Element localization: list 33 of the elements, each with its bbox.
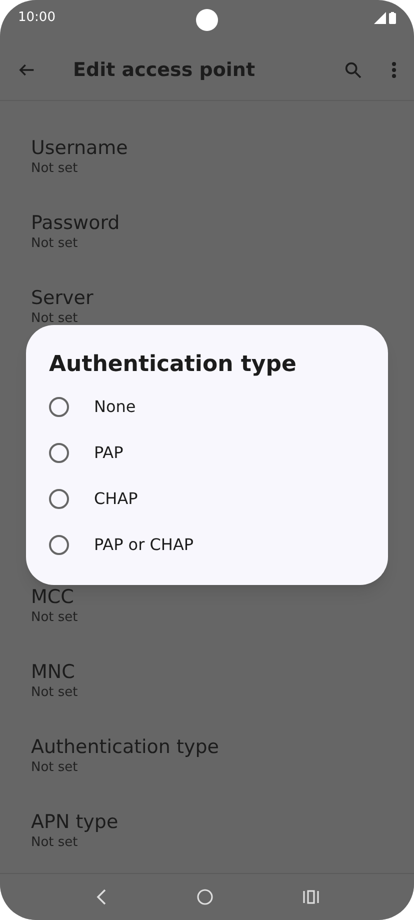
option-label[interactable]: PAP: [94, 441, 124, 465]
setting-value: Not set: [31, 609, 78, 626]
setting-value: Not set: [31, 759, 78, 776]
setting-title[interactable]: Password: [31, 211, 120, 235]
option-label[interactable]: PAP or CHAP: [94, 533, 194, 557]
setting-value: Not set: [31, 160, 78, 177]
setting-title[interactable]: MCC: [31, 585, 74, 609]
setting-title[interactable]: Username: [31, 136, 128, 160]
option-label[interactable]: CHAP: [94, 487, 138, 511]
radio-button[interactable]: [49, 535, 69, 555]
setting-title[interactable]: Authentication type: [31, 735, 219, 759]
status-time: 10:00: [18, 9, 56, 28]
option-label[interactable]: None: [94, 395, 136, 419]
setting-title[interactable]: MNC: [31, 660, 75, 684]
recents-icon[interactable]: [303, 890, 319, 904]
back-icon[interactable]: [95, 888, 107, 906]
setting-value: Not set: [31, 235, 78, 252]
search-icon[interactable]: [343, 60, 363, 80]
setting-title[interactable]: Server: [31, 286, 94, 310]
home-icon[interactable]: [197, 889, 213, 905]
setting-title[interactable]: APN type: [31, 810, 118, 834]
camera-cutout: [196, 9, 218, 31]
signal-icon: [374, 12, 386, 24]
setting-value: Not set: [31, 684, 78, 701]
radio-button[interactable]: [49, 397, 69, 417]
toolbar-title: Edit access point: [73, 58, 256, 83]
more-options-icon[interactable]: [391, 61, 397, 79]
setting-value: Not set: [31, 310, 78, 327]
battery-icon: [389, 12, 396, 24]
setting-value: Not set: [31, 834, 78, 851]
radio-button[interactable]: [49, 489, 69, 509]
dialog-title: Authentication type: [49, 351, 296, 379]
radio-button[interactable]: [49, 443, 69, 463]
